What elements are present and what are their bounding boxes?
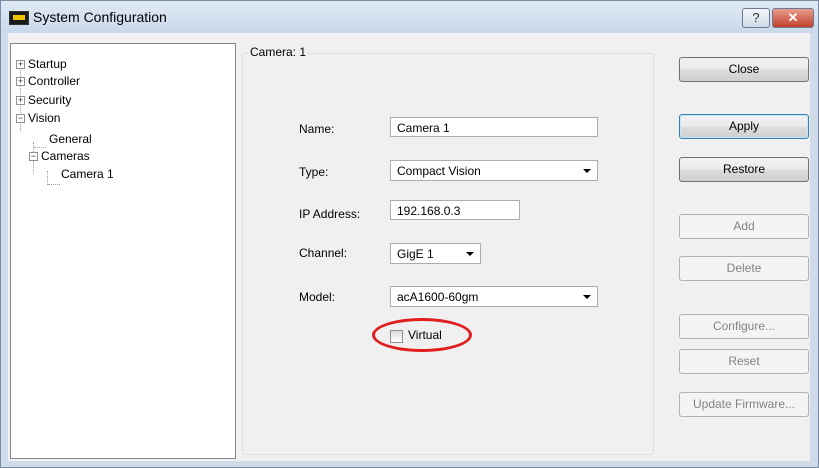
model-select-value: acA1600-60gm: [397, 290, 479, 304]
model-select[interactable]: acA1600-60gm: [390, 286, 598, 307]
dialog-client-area: + Startup + Controller + Security − Visi…: [8, 33, 810, 461]
name-label: Name:: [299, 122, 335, 136]
tree-item-label: Security: [28, 93, 72, 107]
restore-button[interactable]: Restore: [679, 157, 809, 182]
tree-item-label: Startup: [28, 57, 67, 71]
add-button[interactable]: Add: [679, 214, 809, 239]
update-firmware-button[interactable]: Update Firmware...: [679, 392, 809, 417]
tree-item-label: Controller: [28, 74, 81, 88]
delete-button[interactable]: Delete: [679, 256, 809, 281]
channel-select-value: GigE 1: [397, 247, 434, 261]
name-input[interactable]: Camera 1: [390, 117, 598, 137]
collapse-minus-icon[interactable]: −: [16, 114, 25, 123]
system-configuration-window: System Configuration ? ✕ + Startup + Con…: [0, 0, 819, 468]
expand-plus-icon[interactable]: +: [16, 60, 25, 69]
tree-connector: [34, 147, 46, 148]
title-bar[interactable]: System Configuration ? ✕: [1, 1, 818, 33]
tree-item-label: Cameras: [41, 149, 90, 163]
model-label: Model:: [299, 290, 336, 304]
channel-label: Channel:: [299, 246, 348, 260]
tree-connector: [47, 171, 48, 185]
group-title: Camera: 1: [248, 45, 309, 59]
type-select-value: Compact Vision: [397, 164, 481, 178]
help-button[interactable]: ?: [742, 8, 770, 28]
dropdown-arrow-icon: [583, 295, 591, 299]
highlight-circle-annotation: [372, 318, 472, 352]
tree-item-camera-1[interactable]: Camera 1: [61, 167, 114, 181]
expand-plus-icon[interactable]: +: [16, 77, 25, 86]
channel-select[interactable]: GigE 1: [390, 243, 481, 264]
tree-connector: [48, 184, 60, 185]
dropdown-arrow-icon: [466, 252, 474, 256]
ip-address-input[interactable]: 192.168.0.3: [390, 200, 520, 220]
config-tree[interactable]: + Startup + Controller + Security − Visi…: [10, 43, 236, 459]
tree-item-label: Vision: [28, 111, 61, 125]
reset-button[interactable]: Reset: [679, 349, 809, 374]
window-close-button[interactable]: ✕: [772, 8, 814, 28]
close-button[interactable]: Close: [679, 57, 809, 82]
ip-address-label: IP Address:: [299, 207, 361, 221]
collapse-minus-icon[interactable]: −: [29, 152, 38, 161]
expand-plus-icon[interactable]: +: [16, 96, 25, 105]
tree-item-general[interactable]: General: [49, 132, 92, 146]
configure-button[interactable]: Configure...: [679, 314, 809, 339]
dropdown-arrow-icon: [583, 169, 591, 173]
window-title: System Configuration: [33, 9, 167, 25]
app-icon: [9, 11, 29, 25]
type-select[interactable]: Compact Vision: [390, 160, 598, 181]
type-label: Type:: [299, 165, 329, 179]
apply-button[interactable]: Apply: [679, 114, 809, 139]
